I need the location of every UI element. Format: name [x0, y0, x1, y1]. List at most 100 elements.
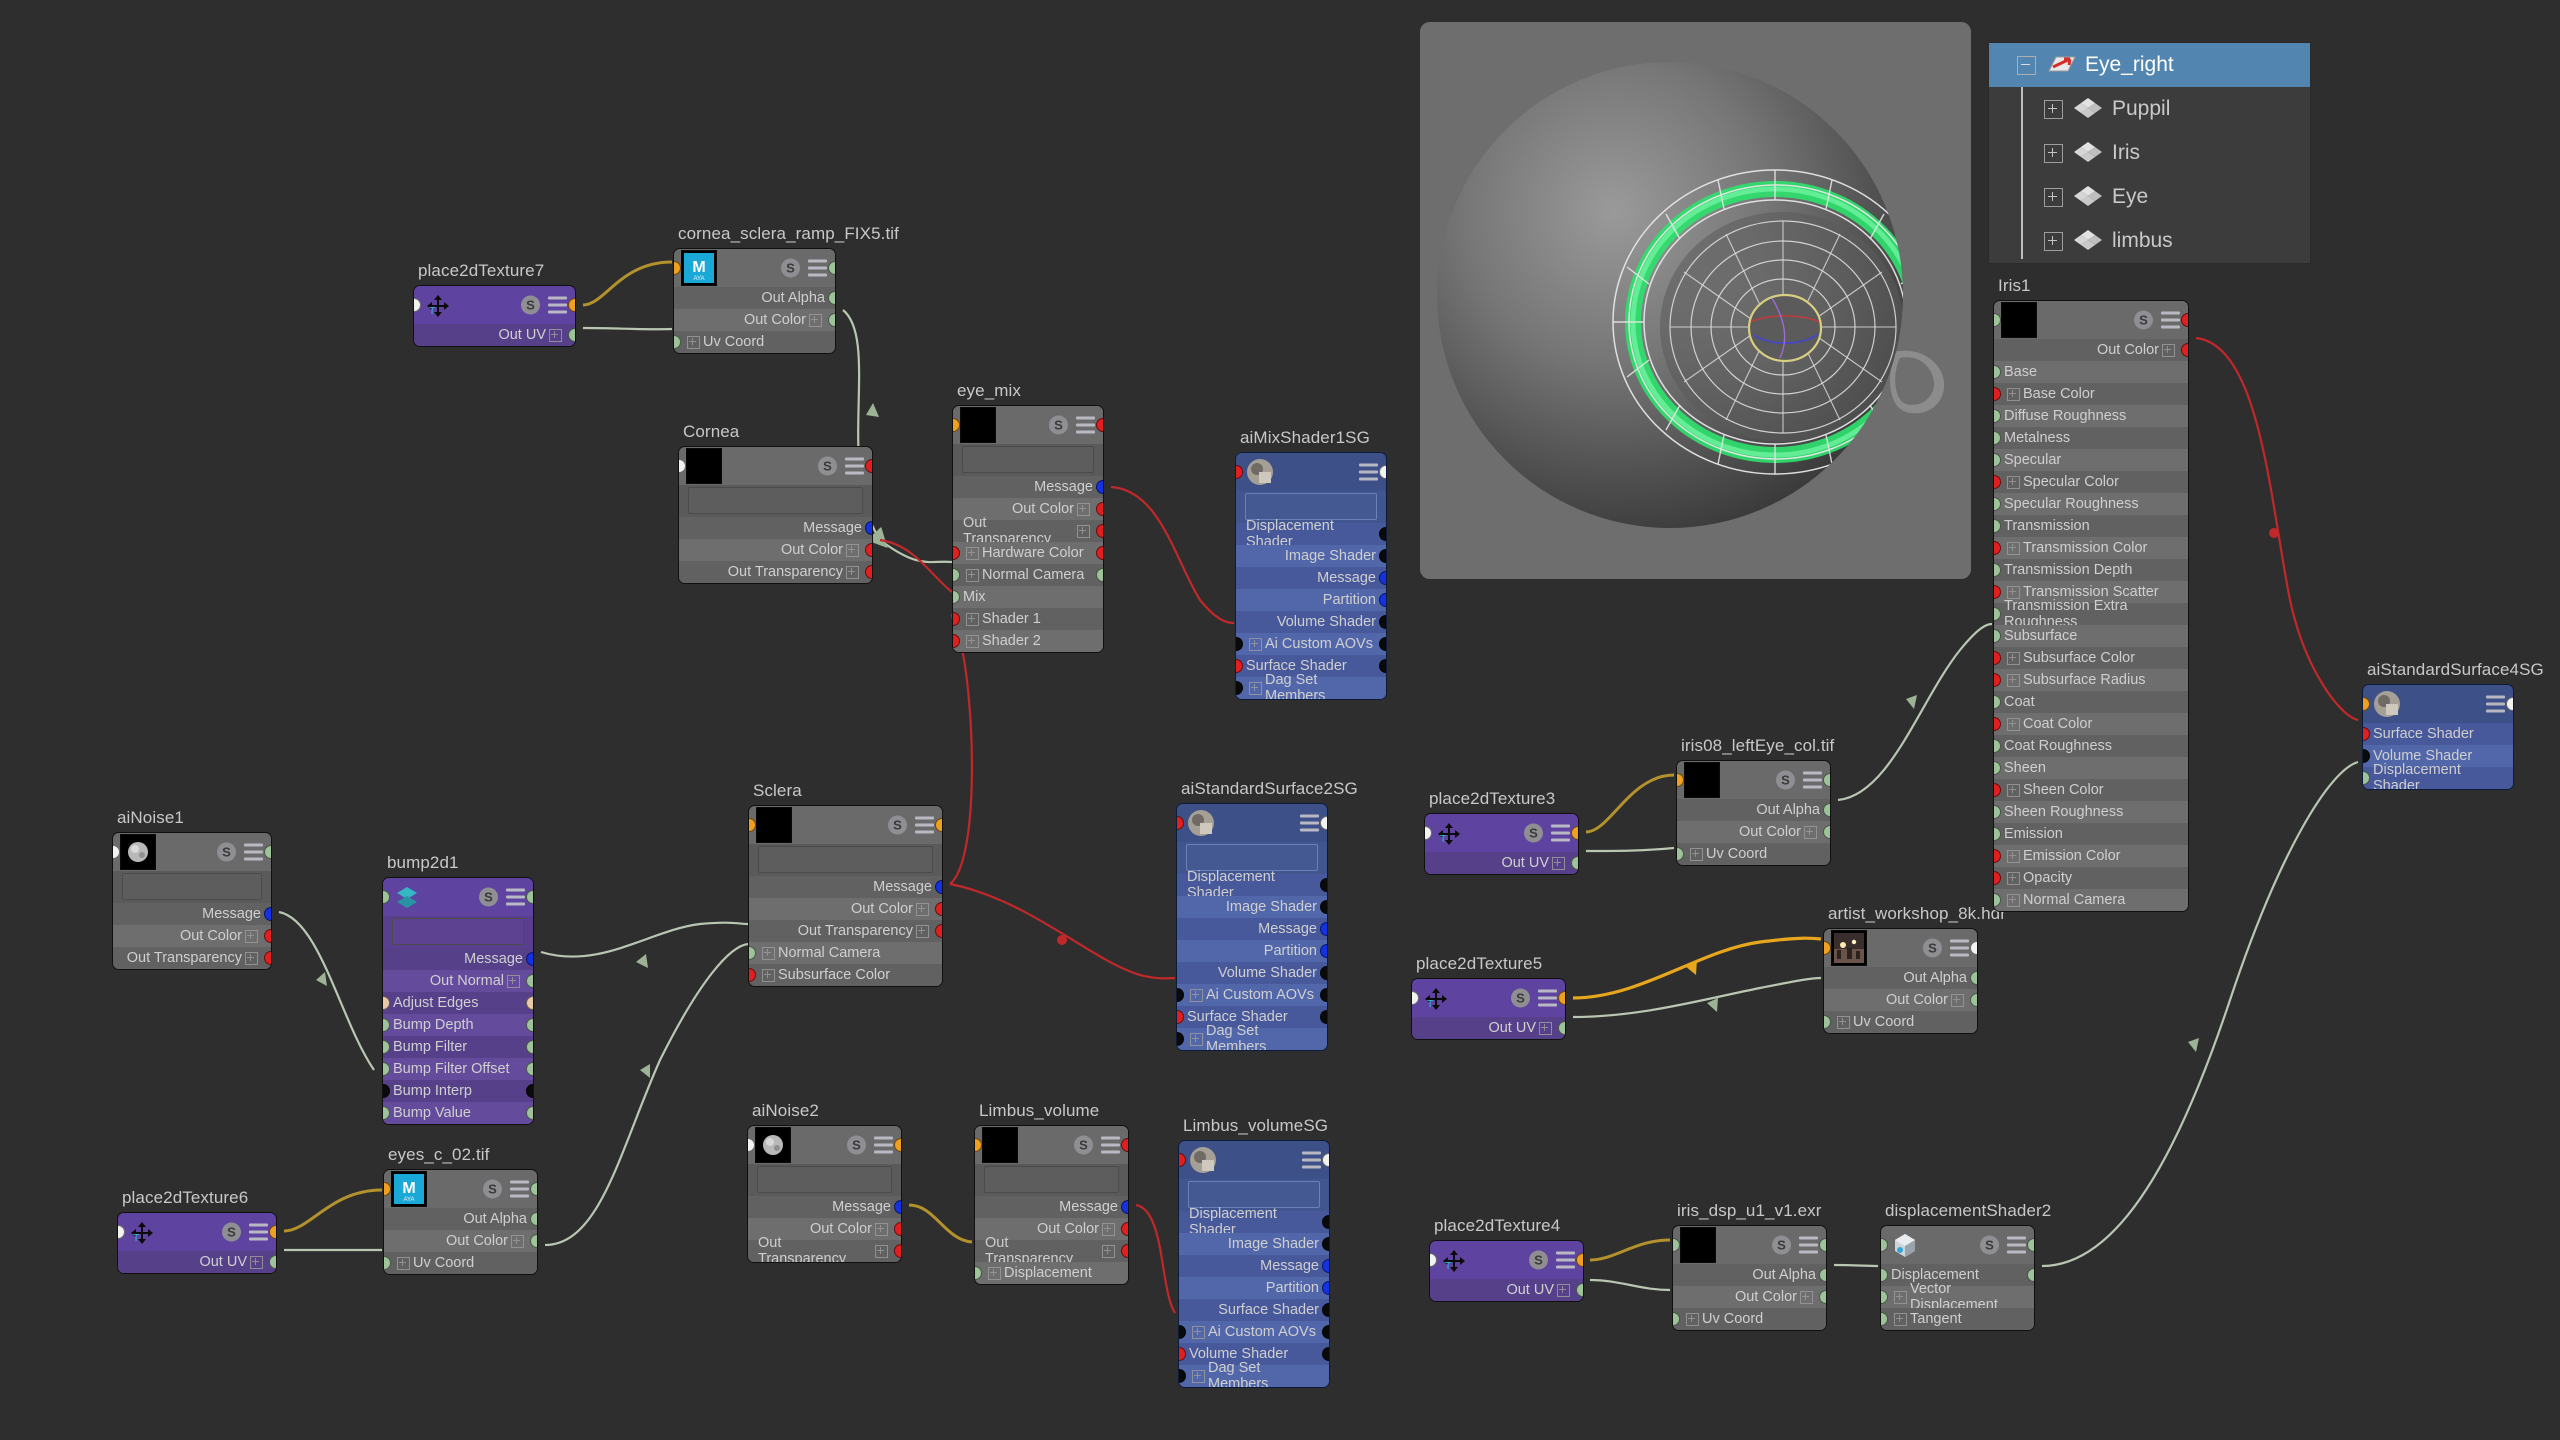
node-iris08_leftEye_col[interactable]: iris08_leftEye_col.tif S Out Alpha Out Colo…	[1676, 736, 1834, 866]
attribute-input-port[interactable]	[1994, 431, 2001, 445]
attribute-input-port[interactable]	[953, 590, 960, 604]
attribute-input-port[interactable]	[1994, 585, 2001, 599]
attribute-input-port[interactable]	[1994, 475, 2001, 489]
attribute-output-port[interactable]	[865, 521, 872, 535]
solo-swatch-icon[interactable]: S	[1980, 1235, 1999, 1255]
attribute-input-port[interactable]	[1179, 1347, 1186, 1361]
node-header[interactable]	[2363, 685, 2513, 723]
solo-swatch-icon[interactable]: S	[222, 1222, 241, 1242]
node-header[interactable]: M AYA S	[384, 1170, 537, 1208]
attribute-output-port[interactable]	[526, 952, 533, 966]
node-output-port[interactable]	[1819, 1238, 1826, 1252]
node-Limbus_volume[interactable]: Limbus_volume S Message Out Color Out Transp…	[974, 1101, 1129, 1285]
node-attribute-row[interactable]: Message	[749, 876, 942, 898]
attribute-output-port[interactable]	[264, 907, 271, 921]
node-output-port[interactable]	[1322, 1153, 1329, 1167]
attribute-output-port[interactable]	[1322, 1215, 1329, 1229]
node-header-icons[interactable]	[1302, 1151, 1321, 1169]
node-menu-icon[interactable]	[244, 843, 263, 861]
solo-swatch-icon[interactable]: S	[521, 295, 540, 315]
outliner-item-limbus[interactable]: limbus	[1989, 219, 2310, 263]
node-name-field[interactable]	[1188, 1181, 1320, 1208]
attribute-output-port[interactable]	[1121, 1222, 1128, 1236]
node-attribute-row[interactable]: Out Alpha	[1673, 1264, 1826, 1286]
node-output-port[interactable]	[1970, 941, 1977, 955]
solo-swatch-icon[interactable]: S	[1511, 988, 1530, 1008]
expand-attribute-icon[interactable]	[916, 902, 929, 916]
node-output-port[interactable]	[865, 459, 872, 473]
attribute-output-port[interactable]	[264, 929, 271, 943]
node-menu-icon[interactable]	[1076, 416, 1095, 434]
node-attribute-row[interactable]: Out UV	[1430, 1279, 1583, 1301]
expand-attribute-icon[interactable]	[2007, 783, 2020, 797]
attribute-output-port[interactable]	[1823, 803, 1830, 817]
attribute-output-port[interactable]	[1322, 1303, 1329, 1317]
attribute-output-port[interactable]	[530, 1234, 537, 1248]
expand-attribute-icon[interactable]	[1686, 1312, 1699, 1326]
attribute-output-port[interactable]	[1379, 549, 1386, 563]
attribute-input-port[interactable]	[1994, 673, 2001, 687]
outliner-item-eye[interactable]: Eye	[1989, 175, 2310, 219]
node-eyes_c_02[interactable]: eyes_c_02.tif M AYA S Out Alpha Out Color Uv C…	[383, 1145, 538, 1275]
node-output-port[interactable]	[526, 890, 533, 904]
attribute-output-port[interactable]	[1823, 825, 1830, 839]
node-menu-icon[interactable]	[1556, 1251, 1575, 1269]
node-header[interactable]: S	[975, 1126, 1128, 1164]
attribute-output-port[interactable]	[935, 902, 942, 916]
attribute-output-port[interactable]	[865, 543, 872, 557]
node-header-icons[interactable]: S	[521, 295, 567, 315]
expand-attribute-icon[interactable]	[245, 951, 258, 965]
node-menu-icon[interactable]	[2161, 311, 2180, 329]
attribute-output-port[interactable]	[1322, 1347, 1329, 1361]
attribute-output-port[interactable]	[1320, 944, 1327, 958]
attribute-input-port[interactable]	[1994, 805, 2001, 819]
attribute-output-port[interactable]	[1320, 900, 1327, 914]
node-attribute-row[interactable]: Emission	[1994, 823, 2188, 845]
node-header-icons[interactable]: S	[1511, 988, 1557, 1008]
attribute-input-port[interactable]	[383, 1062, 390, 1076]
expand-attribute-icon[interactable]	[1077, 524, 1090, 538]
node-name-field[interactable]	[1245, 493, 1377, 520]
attribute-output-port[interactable]	[1558, 1021, 1565, 1035]
node-attribute-row[interactable]: Out Transparency	[679, 561, 872, 583]
node-attribute-row[interactable]: Dag Set Members	[1236, 672, 1386, 699]
expand-attribute-icon[interactable]	[2162, 343, 2175, 357]
node-attribute-row[interactable]: Out Color	[1824, 989, 1977, 1011]
expand-attribute-icon[interactable]	[809, 313, 822, 327]
node-attribute-row[interactable]: Image Shader	[1236, 545, 1386, 567]
node-attribute-row[interactable]: Normal Camera	[1994, 889, 2188, 911]
node-attribute-row[interactable]: Out Transparency	[748, 1235, 901, 1262]
node-Limbus_volumeSG[interactable]: Limbus_volumeSG Displacement Shader Image …	[1178, 1116, 1330, 1388]
node-attribute-row[interactable]: Out UV	[118, 1251, 276, 1273]
node-input-port[interactable]	[113, 845, 120, 859]
node-header-icons[interactable]: S	[1049, 415, 1095, 435]
attribute-input-port[interactable]	[1677, 847, 1684, 861]
attribute-input-port[interactable]	[1994, 387, 2001, 401]
attribute-input-port[interactable]	[1994, 497, 2001, 511]
node-attribute-row[interactable]: Tangent	[1881, 1308, 2034, 1330]
node-attribute-row[interactable]: Out UV	[414, 324, 575, 346]
expand-attribute-icon[interactable]	[966, 546, 979, 560]
node-name-field[interactable]	[757, 1166, 892, 1193]
attribute-input-port[interactable]	[2363, 771, 2370, 785]
node-attribute-row[interactable]: Message	[383, 948, 533, 970]
node-output-port[interactable]	[1558, 991, 1565, 1005]
node-menu-icon[interactable]	[2007, 1236, 2026, 1254]
attribute-output-port[interactable]	[1322, 1325, 1329, 1339]
node-place2dTexture4[interactable]: place2dTexture4 T S Out UV	[1429, 1216, 1584, 1302]
node-attribute-row[interactable]: Base Color	[1994, 383, 2188, 405]
node-input-port[interactable]	[1677, 773, 1684, 787]
solo-swatch-icon[interactable]: S	[479, 887, 498, 907]
node-header[interactable]	[1236, 453, 1386, 491]
node-attribute-row[interactable]: Out Color	[749, 898, 942, 920]
attribute-input-port[interactable]	[1881, 1312, 1888, 1326]
node-attribute-row[interactable]: Message	[679, 517, 872, 539]
node-header-icons[interactable]: S	[2134, 310, 2180, 330]
node-attribute-row[interactable]: Displacement Shader	[1179, 1206, 1329, 1238]
node-attribute-row[interactable]: Metalness	[1994, 427, 2188, 449]
node-output-port[interactable]	[894, 1138, 901, 1152]
node-input-port[interactable]	[953, 418, 960, 432]
expand-attribute-icon[interactable]	[1690, 847, 1703, 861]
attribute-input-port[interactable]	[953, 612, 960, 626]
attribute-input-port[interactable]	[1236, 659, 1243, 673]
